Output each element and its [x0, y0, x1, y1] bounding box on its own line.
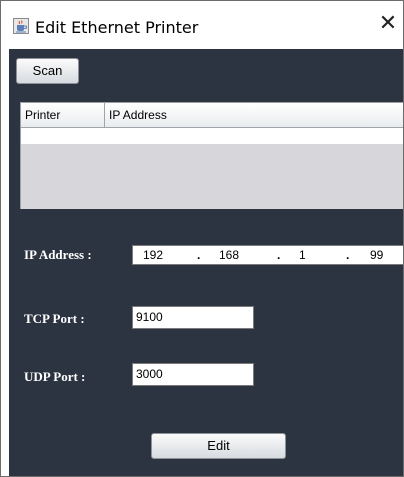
ip-address-field[interactable]: 192 . 168 . 1 . 99	[132, 245, 403, 265]
ip-octet-3[interactable]: 1	[299, 248, 306, 262]
title-bar[interactable]: Edit Ethernet Printer ✕	[1, 1, 403, 49]
udp-port-field[interactable]: 3000	[132, 363, 254, 386]
udp-port-label: UDP Port :	[24, 369, 86, 384]
ip-separator: .	[346, 248, 350, 262]
ip-octet-1[interactable]: 192	[143, 248, 163, 262]
edit-printer-dialog: Edit Ethernet Printer ✕ Scan Printer IP …	[0, 0, 404, 477]
tcp-port-field[interactable]: 9100	[132, 306, 254, 329]
ip-separator: .	[277, 248, 281, 262]
ip-separator: .	[197, 248, 201, 262]
scan-button[interactable]: Scan	[16, 58, 79, 84]
table-header: Printer IP Address	[21, 103, 403, 128]
dialog-content: Scan Printer IP Address IP Address : 192…	[9, 49, 403, 476]
java-cup-icon	[13, 18, 29, 34]
ip-octet-4[interactable]: 99	[370, 248, 383, 262]
column-header-ip-address[interactable]: IP Address	[105, 103, 403, 127]
ip-octet-2[interactable]: 168	[219, 248, 239, 262]
ip-address-label: IP Address :	[24, 247, 92, 262]
column-header-printer[interactable]: Printer	[21, 103, 105, 127]
edit-button[interactable]: Edit	[151, 433, 286, 459]
printer-table[interactable]: Printer IP Address	[20, 102, 403, 209]
close-icon[interactable]: ✕	[373, 9, 403, 39]
tcp-port-label: TCP Port :	[24, 311, 85, 326]
table-body[interactable]	[21, 128, 403, 144]
window-title: Edit Ethernet Printer	[35, 18, 199, 37]
